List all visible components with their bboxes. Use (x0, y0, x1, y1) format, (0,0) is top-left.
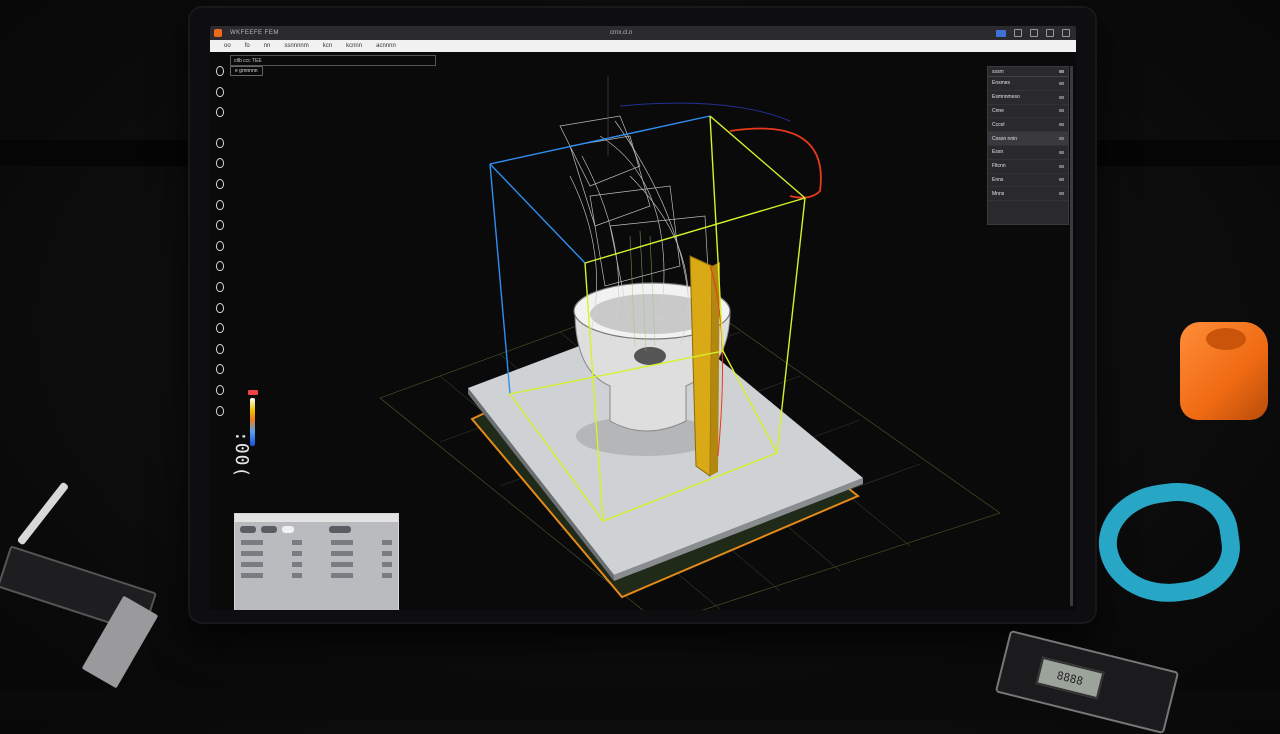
object-list-header: sssm (988, 67, 1068, 77)
setting-row[interactable] (235, 559, 398, 570)
teal-printed-ring (1091, 474, 1247, 612)
panel-title: sssm (992, 68, 1004, 75)
setting-row[interactable] (235, 537, 398, 548)
panel-header (235, 514, 398, 522)
object-list-item-label: Cnne (992, 107, 1004, 114)
object-list-item[interactable]: Cccel (988, 118, 1068, 133)
tab-layers[interactable] (261, 526, 277, 533)
visibility-icon[interactable] (1059, 81, 1064, 85)
setting-row[interactable] (235, 548, 398, 559)
object-list-item-label: Esmnnmeso (992, 94, 1020, 101)
tab-view[interactable] (240, 526, 256, 533)
object-list-item-label: Cossn nnin (992, 135, 1018, 142)
tab-output[interactable] (329, 526, 351, 533)
visibility-icon[interactable] (1059, 164, 1064, 168)
object-list-item[interactable]: Cnne (988, 105, 1068, 119)
object-list-item-label: Essn (992, 149, 1004, 156)
object-list-item-label: Mnns (992, 190, 1005, 197)
visibility-icon[interactable] (1059, 178, 1064, 182)
pencil (16, 481, 70, 546)
slice-settings-panel (234, 513, 399, 610)
monitor: WKFEEFE FEM crnx.cl.n oo fo nn ssnnnnm k… (190, 8, 1095, 622)
object-list-panel: sssm Ensmes Esmnnmeso Cnne Cccel Cossn nnin E… (987, 66, 1069, 225)
panel-tabs (235, 522, 398, 537)
setting-row[interactable] (235, 570, 398, 581)
object-list-item-label: Enns (992, 176, 1004, 183)
object-list-item[interactable]: Cossn nnin (988, 132, 1068, 146)
object-list-item[interactable]: Enns (988, 174, 1068, 188)
viewport-scrollbar[interactable] (1070, 66, 1073, 606)
visibility-icon[interactable] (1059, 150, 1064, 154)
orange-printed-part (1180, 322, 1268, 420)
object-list-item-label: Ensmes (992, 80, 1011, 87)
visibility-icon[interactable] (1059, 137, 1064, 141)
object-list-item[interactable]: Mnns (988, 187, 1068, 202)
visibility-icon[interactable] (1059, 123, 1064, 127)
slicer-app-window: WKFEEFE FEM crnx.cl.n oo fo nn ssnnnnm k… (210, 26, 1076, 610)
object-list-item[interactable]: Fltcnn (988, 160, 1068, 174)
object-list-item-label: Cccel (992, 121, 1005, 128)
visibility-icon[interactable] (1059, 192, 1064, 196)
object-list-item-label: Fltcnn (992, 163, 1006, 170)
object-list-item[interactable]: Essn (988, 146, 1068, 160)
object-list-item[interactable]: Ensmes (988, 77, 1068, 91)
collapse-icon[interactable] (1059, 70, 1064, 73)
object-list-item[interactable]: Esmnnmeso (988, 91, 1068, 105)
tab-active[interactable] (282, 526, 294, 533)
visibility-icon[interactable] (1059, 95, 1064, 99)
visibility-icon[interactable] (1059, 109, 1064, 113)
